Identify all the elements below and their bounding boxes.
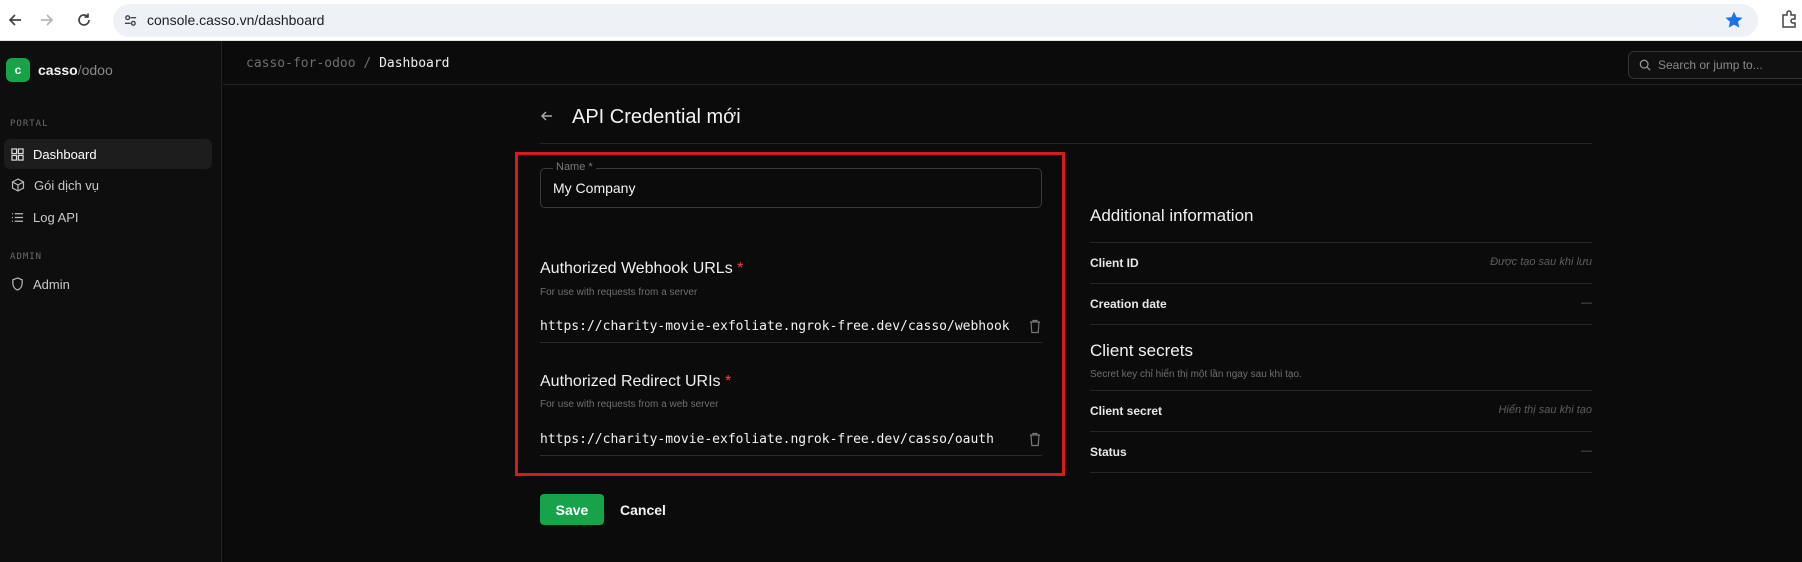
search-input[interactable]: Search or jump to...: [1628, 51, 1802, 79]
site-settings-icon: [124, 15, 137, 26]
section-label-admin: ADMIN: [10, 252, 43, 262]
logo: c: [6, 58, 30, 82]
redirect-url-value[interactable]: https://charity-movie-exfoliate.ngrok-fr…: [540, 432, 1018, 447]
trash-icon[interactable]: [1028, 319, 1042, 334]
info-value: Hiển thị sau khi tạo: [1498, 404, 1592, 416]
info-divider: [1090, 472, 1592, 473]
app-window: c casso/odoo PORTAL Dashboard Gói dịch v…: [0, 41, 1802, 562]
additional-info-title: Additional information: [1090, 206, 1254, 225]
back-arrow-icon[interactable]: [539, 108, 555, 124]
brand: casso/odoo: [38, 62, 113, 78]
webhook-url-row[interactable]: https://charity-movie-exfoliate.ngrok-fr…: [540, 313, 1042, 343]
breadcrumb-root[interactable]: casso-for-odoo: [246, 56, 356, 71]
search-placeholder: Search or jump to...: [1658, 58, 1763, 72]
reload-button[interactable]: [73, 9, 95, 31]
section-label-portal: PORTAL: [10, 119, 49, 129]
info-key: Creation date: [1090, 297, 1167, 311]
extensions-icon[interactable]: [1780, 9, 1800, 29]
reload-icon: [78, 13, 90, 26]
sidebar-item-label: Log API: [33, 209, 79, 225]
breadcrumb-current: Dashboard: [379, 56, 450, 71]
info-divider: [1090, 324, 1592, 325]
client-secrets-help: Secret key chỉ hiển thị một lần ngay sau…: [1090, 369, 1302, 380]
webhook-url-value[interactable]: https://charity-movie-exfoliate.ngrok-fr…: [540, 319, 1018, 334]
redirect-help: For use with requests from a web server: [540, 399, 719, 410]
search-icon: [1639, 59, 1651, 71]
info-key: Client secret: [1090, 404, 1163, 418]
breadcrumb-separator: /: [363, 56, 372, 71]
client-secrets-title: Client secrets: [1090, 341, 1193, 360]
brand-name: casso: [38, 62, 78, 78]
sidebar-item-log-api[interactable]: Log API: [4, 202, 212, 232]
webhook-help: For use with requests from a server: [540, 287, 698, 298]
browser-toolbar: console.casso.vn/dashboard: [0, 0, 1802, 41]
trash-icon[interactable]: [1028, 432, 1042, 447]
info-value: —: [1581, 445, 1592, 457]
webhook-title-text: Authorized Webhook URLs: [540, 260, 733, 277]
info-row-status: Status —: [1090, 431, 1592, 472]
sidebar-item-label: Gói dịch vụ: [34, 177, 100, 193]
redirect-title-text: Authorized Redirect URIs: [540, 373, 721, 390]
brand-sub: odoo: [81, 62, 113, 78]
name-field[interactable]: Name * My Company: [540, 161, 1042, 208]
info-row-creation-date: Creation date —: [1090, 283, 1592, 324]
info-key: Status: [1090, 445, 1127, 459]
url-text: console.casso.vn/dashboard: [147, 12, 325, 28]
sidebar-item-label: Admin: [33, 276, 70, 292]
required-mark: *: [724, 373, 732, 390]
arrow-right-icon: [41, 14, 54, 26]
page-title: API Credential mới: [572, 106, 741, 128]
arrow-left-icon: [8, 14, 21, 26]
sidebar-item-dashboard[interactable]: Dashboard: [4, 139, 212, 169]
redirect-url-row[interactable]: https://charity-movie-exfoliate.ngrok-fr…: [540, 426, 1042, 456]
dashboard-icon: [11, 147, 24, 161]
sidebar-item-label: Dashboard: [33, 146, 97, 162]
back-button[interactable]: [4, 9, 26, 31]
info-value: —: [1581, 297, 1592, 309]
bookmark-star-icon[interactable]: [1724, 10, 1744, 30]
info-value: Được tạo sau khi lưu: [1490, 256, 1592, 268]
info-key: Client ID: [1090, 256, 1139, 270]
cancel-button[interactable]: Cancel: [620, 494, 666, 525]
top-bar: casso-for-odoo / Dashboard Search or jum…: [223, 41, 1802, 85]
redirect-section-title: Authorized Redirect URIs *: [540, 373, 731, 391]
sidebar-item-packages[interactable]: Gói dịch vụ: [4, 170, 212, 200]
list-icon: [11, 212, 24, 222]
required-mark: *: [737, 260, 744, 277]
name-field-value: My Company: [553, 180, 636, 196]
forward-button[interactable]: [36, 9, 58, 31]
info-row-client-secret: Client secret Hiển thị sau khi tạo: [1090, 390, 1592, 431]
breadcrumb: casso-for-odoo / Dashboard: [246, 56, 450, 71]
shield-icon: [12, 277, 23, 291]
sidebar-item-admin[interactable]: Admin: [4, 269, 212, 299]
main-content: API Credential mới Name * My Company Aut…: [223, 85, 1802, 562]
address-bar[interactable]: console.casso.vn/dashboard: [113, 4, 1758, 37]
package-icon: [11, 178, 25, 192]
sidebar: c casso/odoo PORTAL Dashboard Gói dịch v…: [0, 41, 222, 562]
save-button[interactable]: Save: [540, 494, 604, 525]
webhook-section-title: Authorized Webhook URLs *: [540, 260, 743, 278]
info-row-client-id: Client ID Được tạo sau khi lưu: [1090, 242, 1592, 283]
title-divider: [540, 143, 1592, 144]
name-field-label: Name *: [553, 161, 596, 173]
